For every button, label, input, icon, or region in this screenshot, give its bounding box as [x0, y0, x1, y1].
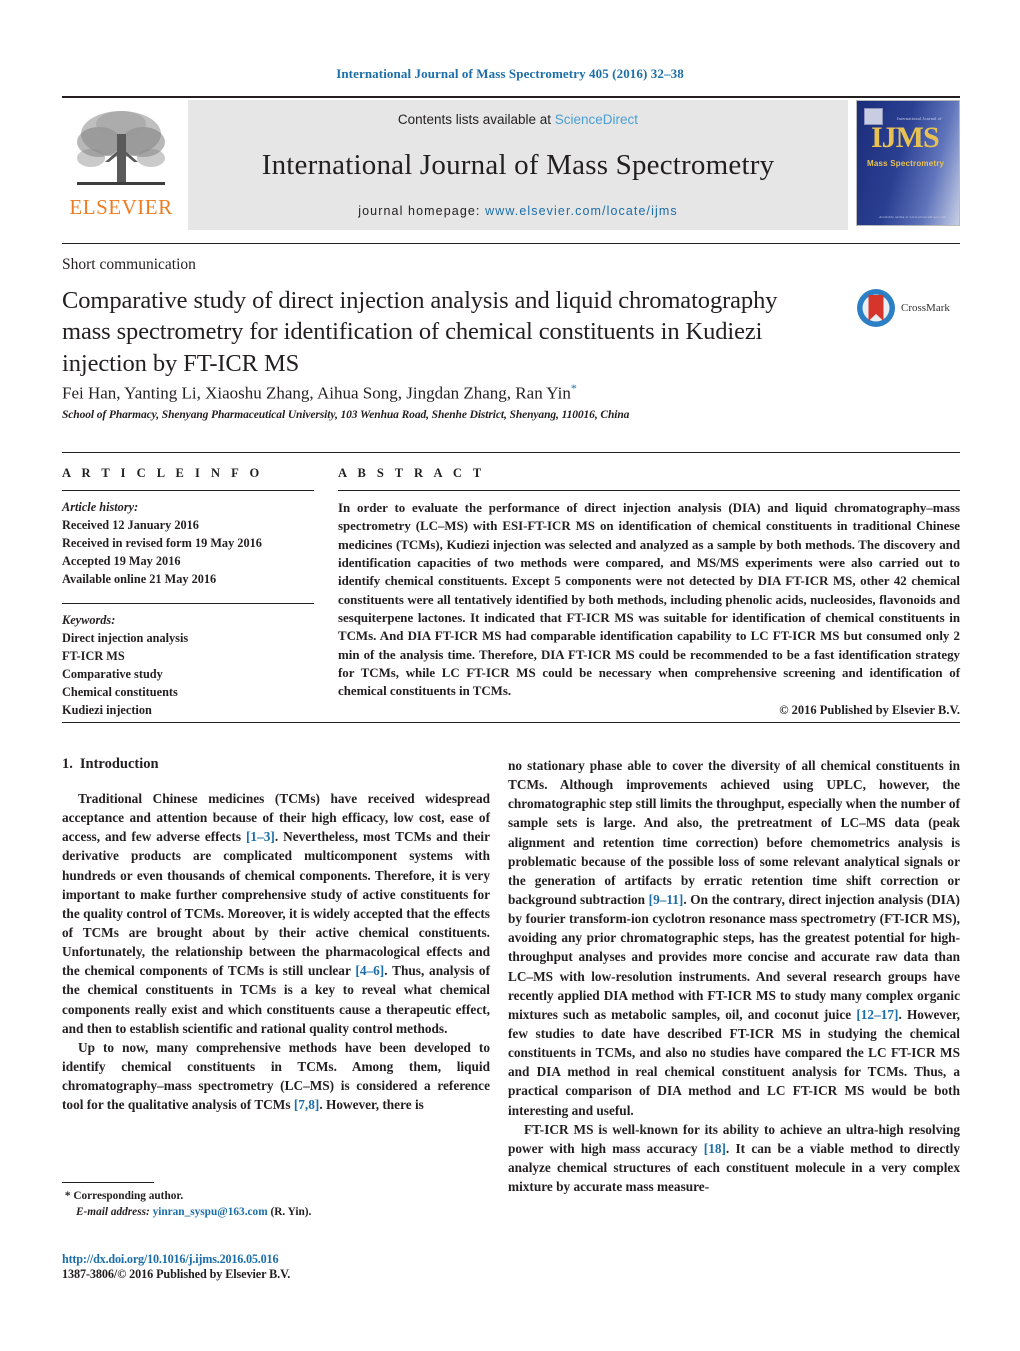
journal-homepage-line: journal homepage: www.elsevier.com/locat…: [358, 204, 677, 218]
sciencedirect-link[interactable]: ScienceDirect: [555, 112, 638, 127]
citation-link[interactable]: [12–17]: [856, 1007, 898, 1022]
cover-acronym: IJMS: [871, 121, 940, 154]
article-type: Short communication: [62, 256, 196, 273]
section-number: 1.: [62, 756, 73, 772]
history-item: Available online 21 May 2016: [62, 571, 217, 586]
crossmark-badge[interactable]: CrossMark: [855, 285, 955, 331]
author-list: Fei Han, Yanting Li, Xiaoshu Zhang, Aihu…: [62, 381, 852, 404]
homepage-url-link[interactable]: www.elsevier.com/locate/ijms: [485, 204, 678, 218]
abstract-text: In order to evaluate the performance of …: [338, 501, 960, 699]
email-note: E-mail address: yinran_syspu@163.com (R.…: [62, 1205, 490, 1221]
footnote-block: * Corresponding author. E-mail address: …: [62, 1182, 490, 1220]
citation-link[interactable]: [4–6]: [355, 963, 384, 978]
article-info-rule: [62, 490, 314, 491]
citation-link[interactable]: [18]: [704, 1141, 726, 1156]
elsevier-wordmark: ELSEVIER: [69, 195, 173, 219]
history-item: Received 12 January 2016: [62, 517, 199, 532]
keyword-item: Comparative study: [62, 666, 163, 681]
paragraph: Traditional Chinese medicines (TCMs) hav…: [62, 791, 491, 1036]
keyword-item: Direct injection analysis: [62, 630, 189, 645]
info-divider-bottom: [62, 722, 960, 723]
journal-masthead: ELSEVIER Contents lists available at Sci…: [62, 96, 960, 230]
elsevier-tree-icon: [69, 104, 173, 196]
info-divider-top: [62, 452, 960, 453]
article-info-heading: A R T I C L E I N F O: [62, 466, 264, 480]
elsevier-logo: ELSEVIER: [62, 100, 180, 230]
journal-band: Contents lists available at ScienceDirec…: [188, 100, 848, 230]
abstract-rule: [338, 490, 960, 491]
crossmark-icon: [857, 289, 895, 327]
article-history-block: Article history: Received 12 January 201…: [62, 499, 314, 589]
abstract-copyright: © 2016 Published by Elsevier B.V.: [779, 703, 960, 718]
journal-cover-thumbnail: International Journal of IJMS Mass Spect…: [856, 100, 960, 226]
body-column-left: 1. Introduction Traditional Chinese medic…: [62, 756, 490, 1114]
body-column-right: no stationary phase able to cover the di…: [508, 756, 960, 1196]
email-label: E-mail address:: [76, 1205, 150, 1218]
keyword-item: FT-ICR MS: [62, 648, 125, 663]
issn-copyright: 1387-3806/© 2016 Published by Elsevier B…: [62, 1267, 291, 1281]
history-item: Received in revised form 19 May 2016: [62, 535, 262, 550]
running-head: International Journal of Mass Spectromet…: [336, 66, 684, 81]
abstract-column: A B S T R A C T In order to evaluate the…: [338, 466, 960, 718]
doi-block: http://dx.doi.org/10.1016/j.ijms.2016.05…: [62, 1252, 512, 1282]
keywords-label: Keywords:: [62, 612, 116, 627]
corresponding-author-marker[interactable]: *: [571, 381, 577, 395]
history-item: Accepted 19 May 2016: [62, 553, 181, 568]
keywords-rule: [62, 602, 314, 604]
paper-page: International Journal of Mass Spectromet…: [0, 0, 1020, 1351]
homepage-prefix: journal homepage:: [358, 204, 481, 218]
citation-link[interactable]: [9–11]: [649, 892, 684, 907]
section-label: Introduction: [79, 756, 159, 772]
citation-link[interactable]: [1–3]: [246, 829, 275, 844]
affiliation: School of Pharmacy, Shenyang Pharmaceuti…: [62, 409, 630, 421]
paragraph: FT-ICR MS is well-known for its ability …: [508, 1121, 961, 1195]
section-heading-introduction: 1. Introduction: [62, 756, 490, 773]
keywords-block: Keywords: Direct injection analysis FT-I…: [62, 612, 314, 720]
corresponding-author-note: * Corresponding author.: [62, 1189, 490, 1205]
article-info-column: A R T I C L E I N F O Article history: R…: [62, 466, 314, 719]
contents-prefix: Contents lists available at: [397, 112, 552, 127]
article-history-label: Article history:: [62, 500, 139, 514]
corresponding-author-label: Corresponding author.: [73, 1190, 184, 1202]
keyword-item: Chemical constituents: [62, 684, 178, 699]
doi-link[interactable]: http://dx.doi.org/10.1016/j.ijms.2016.05…: [62, 1252, 512, 1267]
page-title: Comparative study of direct injection an…: [62, 287, 778, 377]
cover-subtitle: Mass Spectrometry: [867, 159, 945, 168]
title-divider: [62, 243, 960, 244]
paragraph: Up to now, many comprehensive methods ha…: [62, 1039, 490, 1113]
footnote-marker: *: [64, 1190, 71, 1202]
footnote-rule: [62, 1182, 154, 1183]
citation-link[interactable]: [7,8]: [294, 1097, 319, 1112]
journal-title: International Journal of Mass Spectromet…: [261, 149, 775, 181]
author-names: Fei Han, Yanting Li, Xiaoshu Zhang, Aihu…: [62, 383, 571, 403]
email-owner: (R. Yin).: [270, 1205, 312, 1218]
crossmark-label: CrossMark: [901, 302, 950, 314]
contents-available-line: Contents lists available at ScienceDirec…: [398, 112, 638, 127]
cover-bottom-caption: Available online at www.sciencedirect.co…: [879, 215, 946, 219]
email-link[interactable]: yinran_syspu@163.com: [153, 1206, 268, 1218]
paragraph: no stationary phase able to cover the di…: [508, 758, 960, 1118]
tree-svg: [77, 111, 165, 185]
abstract-heading: A B S T R A C T: [338, 466, 486, 480]
keyword-item: Kudiezi injection: [62, 702, 152, 717]
